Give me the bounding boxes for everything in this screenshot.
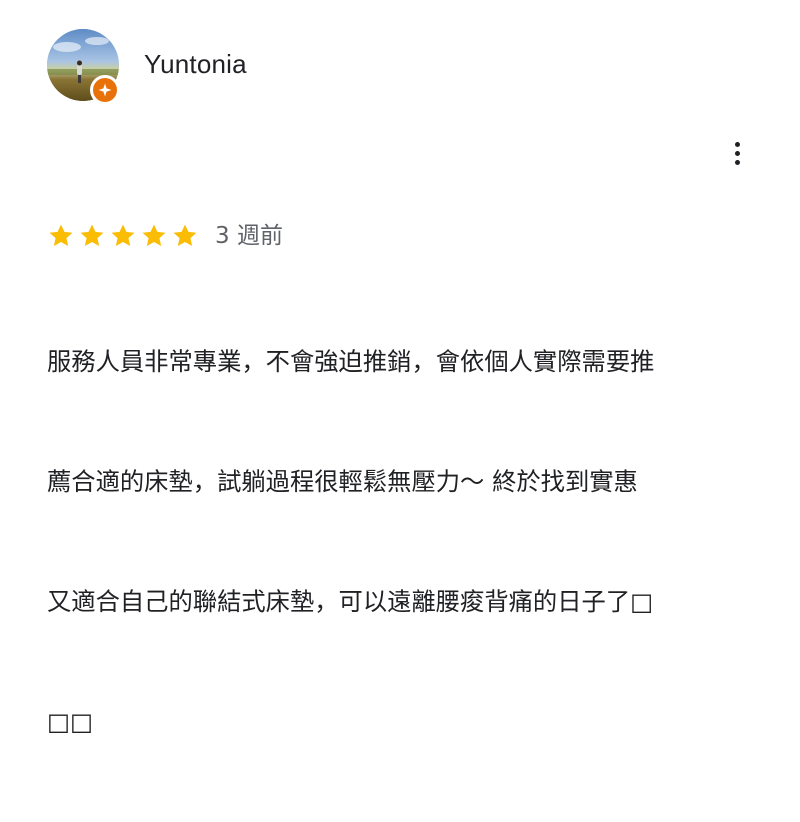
review-text-line: 薦合適的床墊，試躺過程很輕鬆無壓力～ 終於找到實惠 xyxy=(47,467,638,496)
reviewer-name[interactable]: Yuntonia xyxy=(144,48,247,80)
reviewer-avatar[interactable] xyxy=(47,29,120,105)
review-date: 3 週前 xyxy=(215,223,283,249)
review-card: Yuntonia 3 週前 服務人員非常專業，不會強迫推銷，會依個人實際需要推 … xyxy=(0,0,800,736)
review-text: 服務人員非常專業，不會強迫推銷，會依個人實際需要推 薦合適的床墊，試躺過程很輕鬆… xyxy=(47,262,757,822)
more-vertical-icon-dot xyxy=(734,150,740,156)
star-rating xyxy=(47,222,199,250)
star-icon xyxy=(78,222,106,250)
star-icon xyxy=(47,222,75,250)
star-icon xyxy=(109,222,137,250)
review-text-line: 服務人員非常專業，不會強迫推銷，會依個人實際需要推 xyxy=(47,347,655,376)
review-text-line: 又適合自己的聯結式床墊，可以遠離腰痠背痛的日子了□ xyxy=(47,587,654,616)
review-text-line: □□ xyxy=(47,707,93,736)
more-vertical-icon-dot xyxy=(734,159,740,165)
more-options-button[interactable] xyxy=(722,138,752,168)
star-icon xyxy=(171,222,199,250)
local-guide-badge xyxy=(90,75,120,105)
local-guide-star-icon xyxy=(98,83,112,97)
star-icon xyxy=(140,222,168,250)
more-vertical-icon xyxy=(734,141,740,147)
rating-row: 3 週前 xyxy=(47,218,283,254)
